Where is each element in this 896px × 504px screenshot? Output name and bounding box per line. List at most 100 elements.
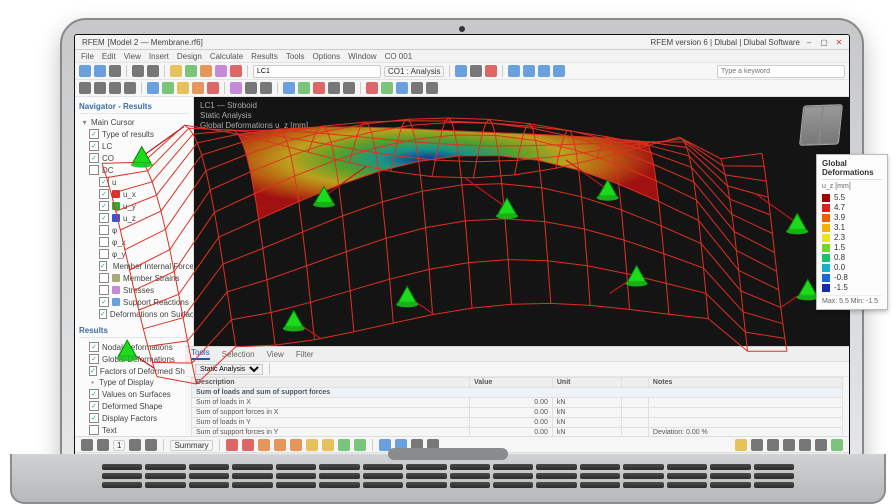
table-row[interactable]: Sum of support forces in X0.00kN (192, 408, 843, 418)
tab-selection[interactable]: Selection (222, 350, 255, 359)
checkbox-icon[interactable] (99, 249, 109, 259)
contour-icon[interactable] (177, 82, 189, 94)
wire-icon[interactable] (147, 82, 159, 94)
menu-help[interactable]: CO 001 (385, 52, 413, 61)
tree-item[interactable]: Stresses (79, 284, 189, 296)
checkbox-icon[interactable] (89, 129, 99, 139)
more1-icon[interactable] (411, 82, 423, 94)
color-legend[interactable]: Global Deformations u_z [mm] 5.54.73.93.… (816, 154, 888, 310)
view-iso-icon[interactable] (508, 65, 520, 77)
bt-line6-icon[interactable] (306, 439, 318, 451)
close-button[interactable]: ✕ (833, 37, 845, 47)
bt-line5-icon[interactable] (290, 439, 302, 451)
checkbox-icon[interactable] (89, 153, 99, 163)
analysis-pill[interactable]: CO1 : Analysis (384, 66, 444, 77)
bt-page[interactable]: 1 (113, 440, 125, 451)
colors-icon[interactable] (328, 82, 340, 94)
tree-item[interactable]: Nodal Deformations (79, 341, 189, 353)
tree-item[interactable]: Deformed Shape (79, 400, 189, 412)
panel-dropdown[interactable]: Static Analysis (195, 364, 263, 375)
orbit-icon[interactable] (109, 82, 121, 94)
navigator-tab-results[interactable]: Navigator - Results (79, 102, 189, 114)
tab-filter[interactable]: Filter (296, 350, 314, 359)
undo-icon[interactable] (132, 65, 144, 77)
tree-item[interactable]: u_z (79, 212, 189, 224)
line-blue-icon[interactable] (396, 82, 408, 94)
menu-results[interactable]: Results (251, 52, 278, 61)
menu-tools[interactable]: Tools (286, 52, 305, 61)
checkbox-icon[interactable] (89, 354, 99, 364)
bt-arc3-icon[interactable] (354, 439, 366, 451)
bt-line4-icon[interactable] (274, 439, 286, 451)
tab-tools[interactable]: Tools (191, 348, 210, 360)
node-icon[interactable] (185, 65, 197, 77)
bt-ok-icon[interactable] (831, 439, 843, 451)
checkbox-icon[interactable] (99, 177, 109, 187)
checkbox-icon[interactable] (99, 309, 107, 319)
menu-options[interactable]: Options (313, 52, 341, 61)
bt-prev-icon[interactable] (97, 439, 109, 451)
tree-item[interactable]: φ_y (79, 248, 189, 260)
vectors-icon[interactable] (207, 82, 219, 94)
bt-arc1-icon[interactable] (322, 439, 334, 451)
zoom-icon[interactable] (124, 82, 136, 94)
tree-item[interactable]: u (79, 176, 189, 188)
viewcube[interactable] (799, 104, 843, 146)
checkbox-icon[interactable] (89, 425, 99, 435)
checkbox-icon[interactable] (89, 141, 99, 151)
filter-icon[interactable] (283, 82, 295, 94)
tree-item[interactable]: LC (79, 140, 189, 152)
checkbox-icon[interactable] (99, 285, 109, 295)
maximize-button[interactable]: ▢ (818, 37, 830, 47)
bt-last-icon[interactable] (145, 439, 157, 451)
member-icon[interactable] (200, 65, 212, 77)
record-icon[interactable] (485, 65, 497, 77)
table-row[interactable]: Sum of loads in Y0.00kN (192, 418, 843, 428)
tree-item[interactable]: u_x (79, 188, 189, 200)
view-front-icon[interactable] (538, 65, 550, 77)
checkbox-icon[interactable] (99, 225, 109, 235)
bt-next-icon[interactable] (129, 439, 141, 451)
report-icon[interactable] (470, 65, 482, 77)
bt-layers-icon[interactable] (815, 439, 827, 451)
tree-item[interactable]: Deformations on Surfaces (79, 308, 189, 320)
tree-item[interactable]: Member Strains (79, 272, 189, 284)
tree-item[interactable]: DC (79, 164, 189, 176)
tree-item[interactable]: φ_x (79, 236, 189, 248)
checkbox-icon[interactable] (89, 401, 99, 411)
tree-item[interactable]: Factors of Deformed Shape (79, 365, 189, 377)
view-side-icon[interactable] (553, 65, 565, 77)
menu-design[interactable]: Design (177, 52, 202, 61)
search-input[interactable] (717, 65, 845, 78)
checkbox-icon[interactable] (99, 189, 109, 199)
grid-icon[interactable] (260, 82, 272, 94)
menu-window[interactable]: Window (348, 52, 376, 61)
solid-icon[interactable] (162, 82, 174, 94)
checkbox-icon[interactable] (89, 342, 99, 352)
open-icon[interactable] (94, 65, 106, 77)
menu-edit[interactable]: Edit (102, 52, 116, 61)
loads-icon[interactable] (230, 65, 242, 77)
tree-item[interactable]: Text (79, 424, 189, 436)
tree-item[interactable]: Support Reactions (79, 296, 189, 308)
legend-icon[interactable] (343, 82, 355, 94)
supports-icon[interactable] (298, 82, 310, 94)
tree-item[interactable]: Display Factors (79, 412, 189, 424)
numbers-icon[interactable] (313, 82, 325, 94)
line-red-icon[interactable] (366, 82, 378, 94)
more2-icon[interactable] (426, 82, 438, 94)
menu-file[interactable]: File (81, 52, 94, 61)
tree-item[interactable]: Values on Surfaces (79, 388, 189, 400)
lc-input[interactable] (253, 65, 381, 78)
line-green-icon[interactable] (381, 82, 393, 94)
tree-item[interactable]: Member Internal Forces (79, 260, 189, 272)
menu-calc[interactable]: Calculate (210, 52, 243, 61)
bt-snap-icon[interactable] (799, 439, 811, 451)
bt-grid-icon[interactable] (783, 439, 795, 451)
bt-arc2-icon[interactable] (338, 439, 350, 451)
checkbox-icon[interactable] (99, 273, 109, 283)
tree-item[interactable]: u_y (79, 200, 189, 212)
bt-first-icon[interactable] (81, 439, 93, 451)
clip-icon[interactable] (245, 82, 257, 94)
redo-icon[interactable] (147, 65, 159, 77)
